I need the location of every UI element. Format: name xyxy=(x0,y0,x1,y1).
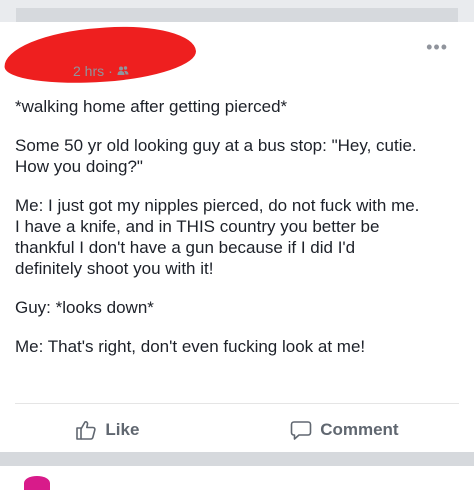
comment-icon xyxy=(290,421,312,440)
post-paragraph: Me: I just got my nipples pierced, do no… xyxy=(15,196,420,278)
friends-icon[interactable] xyxy=(117,65,129,77)
feed-separator-bottom xyxy=(0,452,474,466)
meta-separator: · xyxy=(108,63,113,79)
post-body: *walking home after getting pierced* Som… xyxy=(15,96,461,375)
thumbs-up-icon xyxy=(76,421,97,440)
actions-divider xyxy=(15,403,459,404)
post-paragraph: Me: That's right, don't even fucking loo… xyxy=(15,337,366,356)
previous-post-edge xyxy=(16,8,458,22)
post-paragraph: Guy: *looks down* xyxy=(15,298,154,317)
post-paragraph: *walking home after getting pierced* xyxy=(15,97,288,116)
like-button[interactable]: Like xyxy=(75,419,139,441)
like-label: Like xyxy=(105,420,140,439)
post-paragraph: Some 50 yr old looking guy at a bus stop… xyxy=(15,136,417,176)
post-timestamp[interactable]: 2 hrs xyxy=(73,63,104,79)
comment-button[interactable]: Comment xyxy=(290,419,399,441)
post-meta: 2 hrs · xyxy=(73,63,129,79)
feed-separator-top xyxy=(0,0,474,22)
more-options-icon[interactable]: ••• xyxy=(426,38,448,56)
next-post-avatar[interactable] xyxy=(24,476,50,490)
post-actions: Like Comment xyxy=(0,408,474,452)
comment-label: Comment xyxy=(320,420,399,439)
